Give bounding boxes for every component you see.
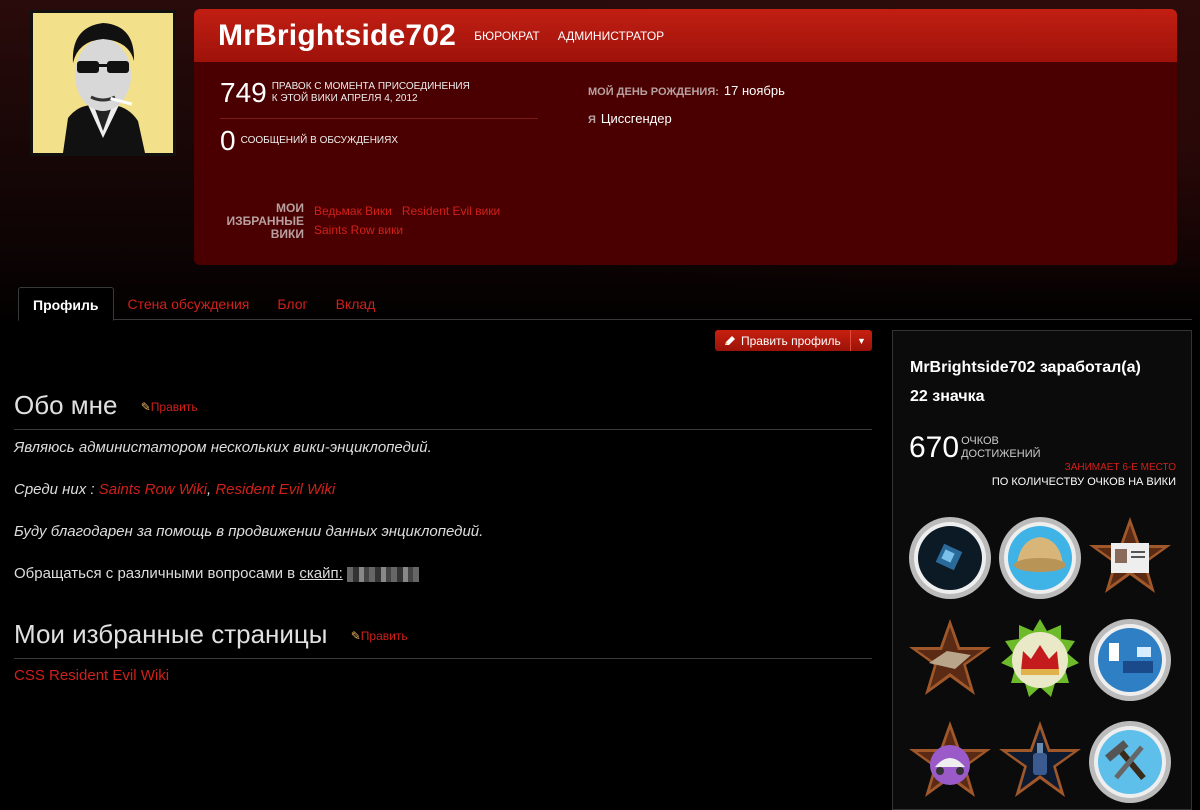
achievements-title-line1: MrBrightside702 заработал(а)	[910, 359, 1141, 376]
birthday-info: МОЙ ДЕНЬ РОЖДЕНИЯ: 17 ноябрь	[588, 83, 785, 98]
edits-count: 749	[220, 77, 267, 108]
favorite-page-link[interactable]: CSS Resident Evil Wiki	[14, 667, 169, 684]
tab-contributions[interactable]: Вклад	[322, 287, 390, 320]
header-title-bar: MrBrightside702 БЮРОКРАТ АДМИНИСТРАТОР	[194, 9, 1177, 62]
group-administrator: АДМИНИСТРАТОР	[557, 28, 665, 43]
redacted-contact	[346, 566, 419, 582]
favorites-title: Мои избранные страницы	[14, 619, 328, 649]
posts-count: 0	[220, 125, 236, 156]
points-count: 670	[909, 431, 960, 464]
crown-badge[interactable]	[997, 617, 1083, 703]
pencil-icon: ✎	[140, 400, 151, 415]
rank-subtext: ПО КОЛИЧЕСТВУ ОЧКОВ НА ВИКИ	[991, 476, 1176, 488]
skype-link[interactable]: скайп:	[299, 565, 342, 582]
resident-evil-link[interactable]: Resident Evil Wiki	[215, 481, 335, 498]
favorites-edit-link[interactable]: ✎Править	[351, 629, 408, 643]
birthday-label: МОЙ ДЕНЬ РОЖДЕНИЯ:	[588, 86, 719, 98]
posts-stat[interactable]: 0 СООБЩЕНИЙ В ОБСУЖДЕНИЯХ	[220, 127, 398, 155]
bottle-badge[interactable]	[997, 719, 1083, 805]
posts-label: СООБЩЕНИЙ В ОБСУЖДЕНИЯХ	[240, 135, 399, 146]
gender-info: Я Циссгендер	[588, 111, 672, 126]
birthday-value: 17 ноябрь	[723, 83, 785, 98]
about-line1: Являюсь администатором нескольких вики-э…	[14, 439, 432, 456]
profile-header: MrBrightside702 БЮРОКРАТ АДМИНИСТРАТОР 7…	[194, 9, 1177, 265]
group-bureaucrat: БЮРОКРАТ	[474, 28, 540, 43]
username: MrBrightside702	[218, 18, 457, 52]
tab-profile[interactable]: Профиль	[18, 287, 114, 321]
fav-wiki-link[interactable]: Resident Evil вики	[402, 204, 500, 218]
achievements-panel: MrBrightside702 заработал(а) 22 значка 6…	[892, 330, 1192, 810]
pencil-icon: ✎	[350, 629, 361, 644]
edits-stat: 749 ПРАВОК С МОМЕНТА ПРИСОЕДИНЕНИЯ К ЭТО…	[220, 79, 470, 107]
fav-wiki-link[interactable]: Saints Row вики	[314, 223, 403, 237]
pencil-icon	[725, 335, 735, 345]
room-badge[interactable]	[1087, 617, 1173, 703]
profile-tabs: Профиль Стена обсуждения Блог Вклад	[18, 287, 1192, 321]
tab-blog[interactable]: Блог	[263, 287, 321, 320]
avatar[interactable]	[30, 10, 176, 156]
divider	[220, 118, 538, 119]
about-line2: Среди них : Saints Row Wiki, Resident Ev…	[14, 481, 336, 498]
tab-message-wall[interactable]: Стена обсуждения	[114, 287, 264, 320]
gender-label: Я	[588, 114, 596, 126]
gender-value: Циссгендер	[600, 111, 672, 126]
achievement-points: 670 ОЧКОВ ДОСТИЖЕНИЙ	[909, 431, 1041, 464]
about-line3: Буду благодарен за помощь в продвижении …	[14, 523, 484, 540]
chevron-down-icon[interactable]: ▼	[850, 330, 872, 351]
edits-label-line1: ПРАВОК С МОМЕНТА ПРИСОЕДИНЕНИЯ	[271, 81, 470, 92]
pith-helmet-badge[interactable]	[997, 515, 1083, 601]
rank-text[interactable]: ЗАНИМАЕТ 6-Е МЕСТО	[1065, 462, 1176, 473]
about-title: Обо мне	[14, 390, 118, 420]
police-id-badge[interactable]	[1087, 515, 1173, 601]
hammer-badge[interactable]	[1087, 719, 1173, 805]
favorites-heading: Мои избранные страницы ✎Править	[14, 619, 872, 659]
edits-label-line2: К ЭТОЙ ВИКИ АПРЕЛЯ 4, 2012	[271, 93, 418, 104]
favorite-wikis: МОИ ИЗБРАННЫЕ ВИКИ Ведьмак Вики Resident …	[220, 202, 524, 241]
about-heading: Обо мне ✎Править	[14, 390, 872, 430]
achievements-title-line2: 22 значка	[910, 388, 985, 405]
fav-wiki-link[interactable]: Ведьмак Вики	[314, 204, 392, 218]
about-edit-link[interactable]: ✎Править	[141, 400, 198, 414]
fav-label-line3: ВИКИ	[270, 227, 304, 241]
saints-row-link[interactable]: Saints Row Wiki	[99, 481, 207, 498]
wagon-badge[interactable]	[907, 719, 993, 805]
cube-badge[interactable]	[907, 515, 993, 601]
edit-profile-button[interactable]: Править профиль ▼	[715, 330, 872, 351]
about-line4: Обращаться с различными вопросами в скай…	[14, 565, 419, 582]
edit-profile-label: Править профиль	[741, 333, 841, 348]
map-badge[interactable]	[907, 617, 993, 703]
